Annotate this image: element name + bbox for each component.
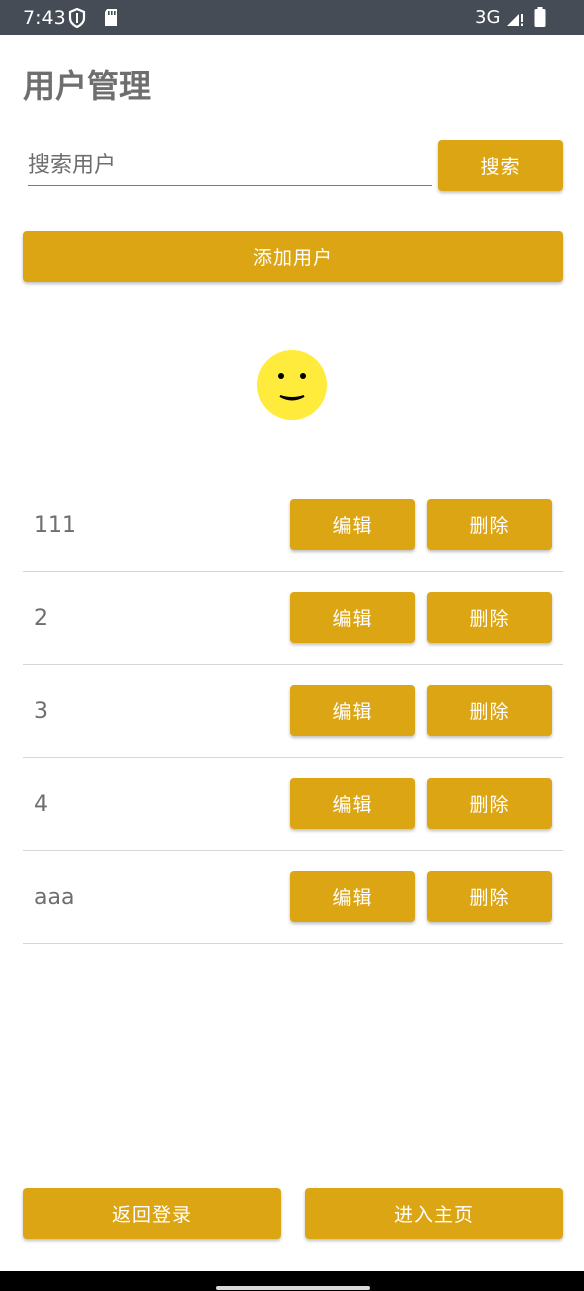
shield-icon (68, 7, 86, 32)
edit-button[interactable]: 编辑 (290, 499, 415, 550)
edit-button[interactable]: 编辑 (290, 871, 415, 922)
enter-home-button[interactable]: 进入主页 (305, 1188, 563, 1239)
delete-button[interactable]: 删除 (427, 592, 552, 643)
delete-button[interactable]: 删除 (427, 685, 552, 736)
user-list: 111 编辑 删除 2 编辑 删除 3 编辑 删除 4 编辑 删除 aaa 编辑… (23, 479, 563, 944)
user-name: aaa (34, 885, 75, 910)
back-to-login-button[interactable]: 返回登录 (23, 1188, 281, 1239)
signal-icon (506, 9, 524, 31)
status-bar: 7:43 3G (0, 0, 584, 35)
user-name: 111 (34, 513, 76, 538)
list-item: 4 编辑 删除 (23, 758, 563, 851)
battery-icon (534, 7, 546, 31)
list-item: 111 编辑 删除 (23, 479, 563, 572)
home-gesture-handle[interactable] (216, 1286, 370, 1290)
search-button[interactable]: 搜索 (438, 140, 563, 191)
user-name: 4 (34, 792, 48, 817)
edit-button[interactable]: 编辑 (290, 592, 415, 643)
delete-button[interactable]: 删除 (427, 499, 552, 550)
search-input[interactable] (28, 146, 432, 186)
user-name: 2 (34, 606, 48, 631)
delete-button[interactable]: 删除 (427, 871, 552, 922)
list-item: aaa 编辑 删除 (23, 851, 563, 944)
network-type: 3G (475, 7, 501, 28)
edit-button[interactable]: 编辑 (290, 778, 415, 829)
status-time: 7:43 (23, 7, 66, 29)
add-user-button[interactable]: 添加用户 (23, 231, 563, 282)
navigation-bar (0, 1271, 584, 1291)
page-title: 用户管理 (23, 67, 152, 105)
sd-card-icon (103, 8, 119, 31)
smiley-face-icon (257, 350, 327, 420)
edit-button[interactable]: 编辑 (290, 685, 415, 736)
list-item: 2 编辑 删除 (23, 572, 563, 665)
list-item: 3 编辑 删除 (23, 665, 563, 758)
delete-button[interactable]: 删除 (427, 778, 552, 829)
user-name: 3 (34, 699, 48, 724)
